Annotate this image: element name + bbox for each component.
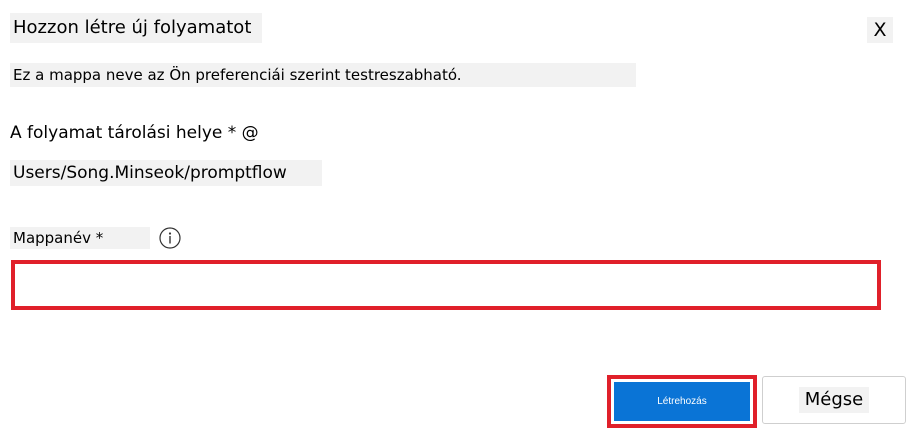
cancel-button-label: Mégse [798, 387, 870, 413]
folder-name-input[interactable] [11, 260, 881, 310]
storage-location-value: Users/Song.Minseok/promptflow [10, 160, 322, 186]
create-flow-dialog: Hozzon létre új folyamatot X Ez a mappa … [0, 0, 910, 441]
close-button[interactable]: X [867, 17, 893, 43]
cancel-button[interactable]: Mégse [762, 376, 906, 424]
info-icon[interactable] [159, 227, 181, 249]
dialog-subtitle: Ez a mappa neve az Ön preferenciái szeri… [10, 63, 636, 87]
storage-location-label: A folyamat tárolási helye * @ [10, 120, 259, 146]
dialog-title: Hozzon létre új folyamatot [10, 13, 262, 43]
create-button-highlight: Létrehozás [607, 375, 757, 428]
folder-name-label: Mappanév * [10, 227, 150, 249]
create-button[interactable]: Létrehozás [614, 382, 750, 421]
